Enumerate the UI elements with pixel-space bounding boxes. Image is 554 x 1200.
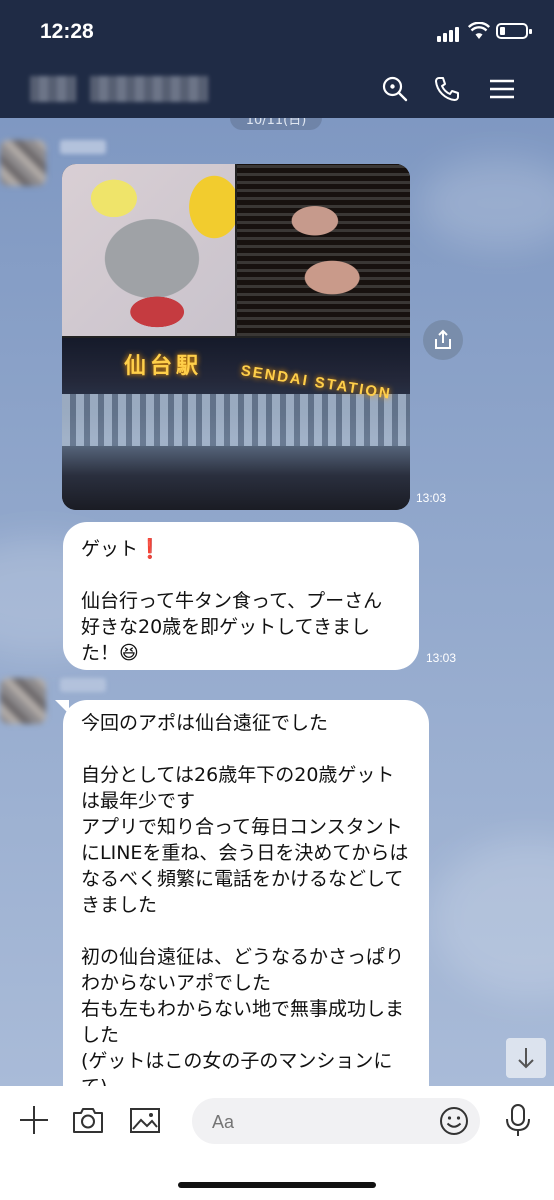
chat-avatar-blurred [30,76,76,102]
sender-name-blurred [60,678,106,692]
avatar[interactable] [0,678,46,724]
camera-icon[interactable] [70,1102,106,1138]
image-icon[interactable] [127,1102,163,1138]
message-input[interactable] [210,1098,424,1146]
photo-collage[interactable]: 仙台駅 SENDAI STATION [62,164,410,510]
emoji-icon[interactable] [438,1105,470,1137]
photo-sendai-station[interactable]: 仙台駅 SENDAI STATION [62,338,410,510]
chat-header [0,60,554,118]
message-bubble-wrap: 今回のアポは仙台遠征でした 自分としては26歳年下の20歳ゲットは最年少です ア… [55,700,429,1086]
status-bar: 12:28 [0,0,554,60]
chat-title-blurred[interactable] [90,76,208,102]
search-icon[interactable] [380,74,410,104]
message-timestamp: 13:03 [426,651,457,665]
message-bubble[interactable]: ゲット❗️ 仙台行って牛タン食って、プーさん好きな20歳を即ゲットしてきました！… [63,522,419,670]
chat-area[interactable]: 10/11(日) 仙台駅 SENDAI STATION 13:03 ゲット❗️ … [0,118,554,1086]
sender-name-blurred [60,140,106,154]
mic-icon[interactable] [500,1102,536,1138]
phone-icon[interactable] [432,74,462,104]
message-input-field[interactable] [192,1098,480,1146]
avatar[interactable] [0,140,46,186]
message-bubble[interactable]: 今回のアポは仙台遠征でした 自分としては26歳年下の20歳ゲットは最年少です ア… [63,700,429,1086]
photo-beef-tongue-grill[interactable] [237,164,410,336]
plus-icon[interactable] [16,1102,52,1138]
wifi-icon [468,22,490,39]
photo-plush-toys[interactable] [62,164,235,336]
home-indicator[interactable] [178,1182,376,1188]
status-time: 12:28 [40,20,94,43]
message-timestamp: 13:03 [416,491,447,505]
arrow-down-icon[interactable] [506,1038,546,1078]
share-icon[interactable] [423,320,463,360]
date-separator: 10/11(日) [230,118,322,130]
battery-icon [496,23,532,39]
menu-icon[interactable] [487,74,517,104]
station-sign-text: 仙台駅 [124,354,203,379]
